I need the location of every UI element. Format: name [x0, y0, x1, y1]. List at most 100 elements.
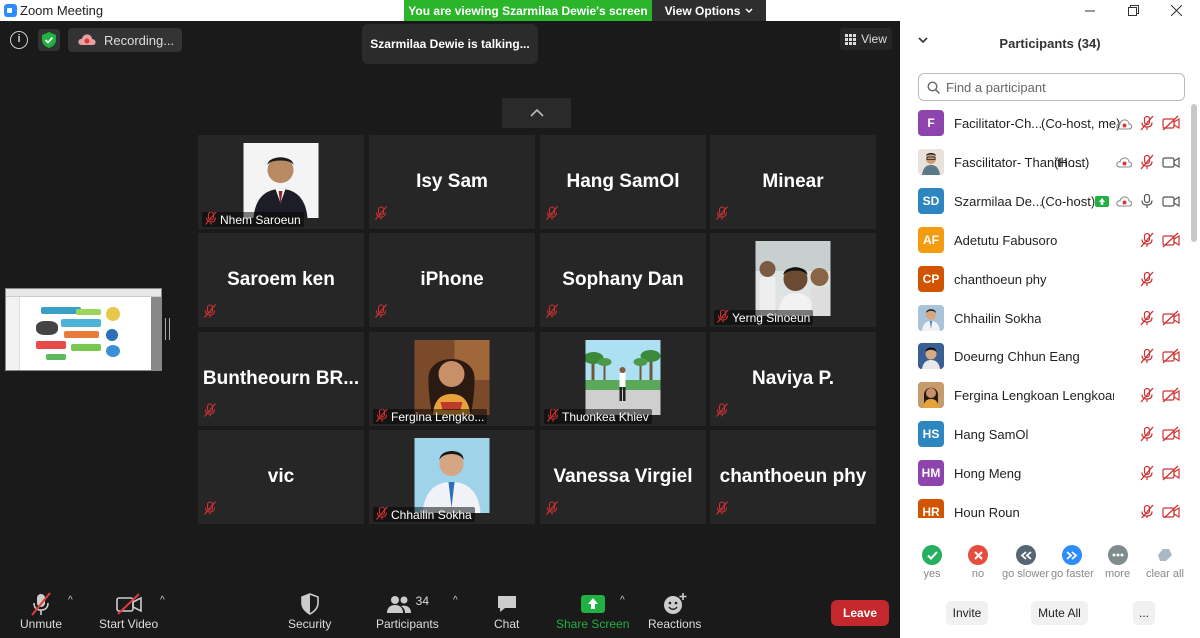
chevron-down-icon: [745, 7, 753, 13]
cloud-recording-icon: [1116, 194, 1133, 212]
participant-row[interactable]: F Facilitator-Ch... (Co-host, me): [900, 104, 1190, 143]
mic-muted-icon[interactable]: [1139, 348, 1155, 369]
close-button[interactable]: [1156, 0, 1196, 21]
participants-options-caret-icon[interactable]: ^: [453, 595, 458, 606]
window-title: Zoom Meeting: [20, 3, 104, 18]
feedback-yes-button[interactable]: yes: [922, 545, 942, 580]
feedback-clear-all-button[interactable]: clear all: [1146, 545, 1184, 580]
video-tile[interactable]: Hang SamOl: [540, 135, 706, 229]
screen-share-banner: You are viewing Szarmilaa Dewie's screen…: [404, 0, 766, 21]
mic-muted-icon[interactable]: [1139, 310, 1155, 331]
video-tile[interactable]: Thuonkea Khiev: [540, 332, 706, 426]
view-options-button[interactable]: View Options: [652, 0, 766, 21]
participant-name: Hang SamOl: [954, 427, 1029, 443]
participant-row[interactable]: Fergina Lengkoan Lengkoan: [900, 376, 1190, 415]
participant-video-feed: [414, 438, 490, 513]
video-tile[interactable]: vic: [198, 430, 364, 524]
participant-row[interactable]: HR Houn Roun: [900, 493, 1190, 518]
feedback-go-slower-button[interactable]: go slower: [1002, 545, 1049, 580]
minimize-button[interactable]: [1070, 0, 1110, 21]
video-tile[interactable]: Yerng Sinoeun: [710, 233, 876, 327]
share-screen-button[interactable]: Share Screen: [556, 591, 629, 631]
mic-muted-icon: [31, 592, 51, 616]
mute-all-button[interactable]: Mute All: [1031, 601, 1088, 625]
participant-row[interactable]: Fascilitator- Thanith ... (Host): [900, 143, 1190, 182]
clear-all-icon: [1155, 545, 1175, 565]
video-tile[interactable]: chanthoeun phy: [710, 430, 876, 524]
mic-muted-icon: [546, 501, 558, 520]
thumbnail-resize-handle[interactable]: [165, 318, 170, 340]
video-tile[interactable]: Saroem ken: [198, 233, 364, 327]
avatar: SD: [918, 187, 944, 214]
tile-participant-name: Fergina Lengko...: [391, 409, 485, 424]
meeting-info-button[interactable]: i: [10, 31, 28, 49]
feedback-no-button[interactable]: no: [968, 545, 988, 580]
mic-muted-icon[interactable]: [1139, 154, 1155, 175]
video-tile[interactable]: Vanessa Virgiel: [540, 430, 706, 524]
feedback-go-faster-button[interactable]: go faster: [1051, 545, 1094, 580]
mic-muted-icon[interactable]: [1139, 115, 1155, 136]
video-icon: [1162, 154, 1180, 175]
participant-row[interactable]: AF Adetutu Fabusoro: [900, 221, 1190, 260]
participant-row[interactable]: CP chanthoeun phy: [900, 260, 1190, 299]
participant-row[interactable]: Doeurng Chhun Eang: [900, 337, 1190, 376]
participant-list-scrollbar[interactable]: [1191, 104, 1197, 242]
mic-muted-icon[interactable]: [1139, 465, 1155, 486]
video-tile[interactable]: Isy Sam: [369, 135, 535, 229]
participant-row[interactable]: Chhailin Sokha: [900, 299, 1190, 338]
video-options-caret-icon[interactable]: ^: [160, 595, 165, 606]
participants-button[interactable]: 34 Participants: [376, 591, 439, 631]
video-tile[interactable]: Naviya P.: [710, 332, 876, 426]
active-speaker-toast: Szarmilaa Dewie is talking...: [362, 24, 538, 64]
participant-search[interactable]: [918, 73, 1185, 101]
chat-button[interactable]: Chat: [494, 591, 519, 631]
viewing-screen-text: You are viewing Szarmilaa Dewie's screen: [404, 0, 652, 21]
security-button[interactable]: Security: [288, 591, 331, 631]
video-tile[interactable]: Sophany Dan: [540, 233, 706, 327]
view-layout-button[interactable]: View: [840, 28, 892, 50]
mic-muted-icon[interactable]: [1139, 271, 1155, 292]
view-options-label: View Options: [664, 3, 741, 18]
participant-row[interactable]: SD Szarmilaa De... (Co-host): [900, 182, 1190, 221]
security-label: Security: [288, 617, 332, 631]
feedback-more-button[interactable]: more: [1105, 545, 1130, 580]
leave-meeting-button[interactable]: Leave: [831, 600, 889, 626]
video-tile[interactable]: Chhailin Sokha: [369, 430, 535, 524]
mic-muted-icon: [376, 409, 388, 424]
mic-muted-icon[interactable]: [1139, 387, 1155, 408]
video-tile[interactable]: Buntheourn BR...: [198, 332, 364, 426]
mic-muted-icon[interactable]: [1139, 426, 1155, 447]
participant-video-feed: [755, 241, 831, 316]
mic-muted-icon[interactable]: [1139, 504, 1155, 518]
cloud-recording-badge[interactable]: Recording...: [68, 28, 182, 52]
more-options-button[interactable]: ...: [1133, 601, 1155, 625]
gallery-prev-page-button[interactable]: [502, 98, 571, 128]
participant-search-input[interactable]: [946, 79, 1166, 95]
restore-icon: [1127, 5, 1139, 16]
video-tile[interactable]: Minear: [710, 135, 876, 229]
start-video-label: Start Video: [99, 617, 159, 631]
tile-participant-name: Minear: [762, 171, 824, 192]
shared-screen-thumbnail[interactable]: [5, 288, 162, 371]
invite-button[interactable]: Invite: [946, 601, 988, 625]
reactions-button[interactable]: Reactions: [648, 591, 701, 631]
video-tile[interactable]: Fergina Lengko...: [369, 332, 535, 426]
cloud-recording-icon: [1116, 155, 1133, 173]
participants-label: Participants: [376, 617, 439, 631]
video-tile[interactable]: Nhem Saroeun: [198, 135, 364, 229]
participant-name: Houn Roun: [954, 505, 1020, 518]
participant-role: (Co-host, me): [1041, 116, 1121, 131]
restore-button[interactable]: [1113, 0, 1153, 21]
video-off-icon: [1162, 232, 1180, 253]
unmute-button[interactable]: Unmute: [20, 591, 62, 631]
mic-icon[interactable]: [1139, 193, 1155, 214]
encryption-shield-button[interactable]: [38, 29, 60, 51]
participant-name: Facilitator-Ch...: [954, 116, 1043, 131]
participant-row[interactable]: HM Hong Meng: [900, 454, 1190, 493]
audio-options-caret-icon[interactable]: ^: [68, 595, 73, 606]
start-video-button[interactable]: Start Video: [99, 591, 158, 631]
video-tile[interactable]: iPhone: [369, 233, 535, 327]
share-options-caret-icon[interactable]: ^: [620, 595, 625, 606]
participant-row[interactable]: HS Hang SamOl: [900, 415, 1190, 454]
mic-muted-icon[interactable]: [1139, 232, 1155, 253]
